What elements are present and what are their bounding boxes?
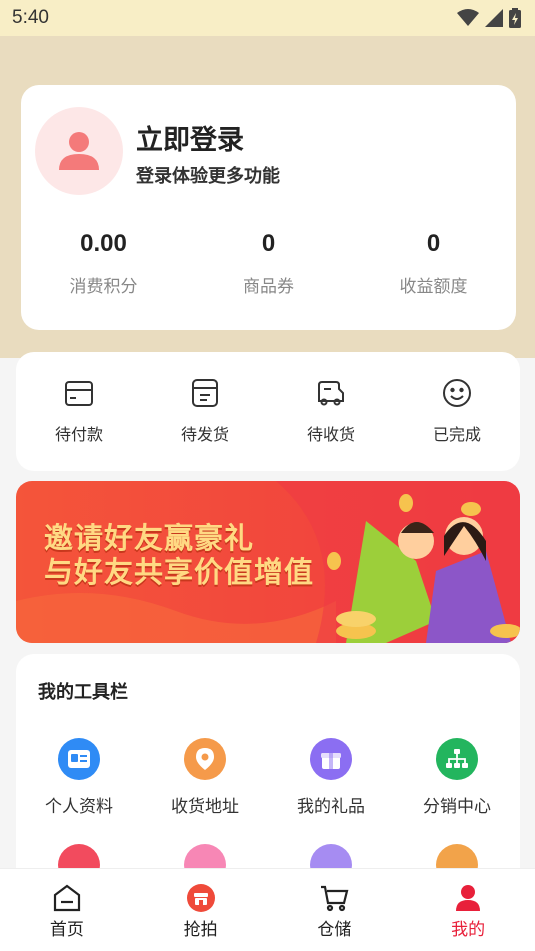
order-label: 待发货 <box>180 425 229 444</box>
tool-label: 我的礼品 <box>297 797 365 817</box>
avatar[interactable] <box>35 107 123 195</box>
invite-banner[interactable]: 邀请好友赢豪礼 与好友共享价值增值 <box>16 481 520 643</box>
stat-points[interactable]: 0.00 消费积分 <box>21 230 186 297</box>
cart-icon <box>321 885 349 912</box>
network-icon <box>436 738 478 780</box>
tab-flash-sale[interactable]: 抢拍 <box>134 869 268 951</box>
order-pending-shipment[interactable]: 待发货 <box>142 352 268 471</box>
tool-distribution[interactable]: 分销中心 <box>394 738 520 817</box>
wallet-icon <box>65 381 93 406</box>
orders-card: 待付款 待发货 待收货 已完成 <box>16 352 520 471</box>
smile-icon <box>443 379 471 407</box>
order-label: 待付款 <box>54 425 103 444</box>
status-time: 5:40 <box>12 7 49 28</box>
tool-label: 分销中心 <box>423 797 491 817</box>
user-icon <box>456 885 481 911</box>
home-icon <box>53 884 80 912</box>
order-pending-receipt[interactable]: 待收货 <box>268 352 394 471</box>
package-icon <box>192 379 218 407</box>
system-icons <box>457 8 521 28</box>
tab-mine[interactable]: 我的 <box>401 869 535 951</box>
location-icon <box>184 738 226 780</box>
tab-label: 首页 <box>49 920 84 940</box>
store-icon <box>186 884 215 912</box>
tools-row-1: 个人资料 收货地址 我的礼品 分销中心 <box>16 738 520 817</box>
user-placeholder-icon <box>59 132 99 170</box>
profile-card: 立即登录 登录体验更多功能 0.00 消费积分 0 商品券 0 收益额度 <box>21 85 516 330</box>
bottom-tab-bar: 首页 抢拍 仓储 我的 <box>0 868 535 951</box>
login-subtitle: 登录体验更多功能 <box>136 166 280 187</box>
stat-label: 消费积分 <box>69 277 138 297</box>
tool-address[interactable]: 收货地址 <box>142 738 268 817</box>
tool-label: 收货地址 <box>171 797 239 817</box>
tab-storage[interactable]: 仓储 <box>268 869 402 951</box>
tab-home[interactable]: 首页 <box>0 869 134 951</box>
tab-label: 仓储 <box>317 920 352 940</box>
stat-label: 商品券 <box>243 277 294 297</box>
wifi-icon <box>457 9 479 26</box>
order-label: 已完成 <box>432 425 481 444</box>
tool-profile[interactable]: 个人资料 <box>16 738 142 817</box>
tools-title: 我的工具栏 <box>38 682 128 703</box>
id-card-icon <box>58 738 100 780</box>
stat-coupons[interactable]: 0 商品券 <box>186 230 351 297</box>
signal-icon <box>485 9 503 27</box>
stats-row: 0.00 消费积分 0 商品券 0 收益额度 <box>21 230 516 297</box>
tool-label: 个人资料 <box>45 797 113 817</box>
battery-icon <box>509 8 521 28</box>
truck-icon <box>318 381 344 406</box>
order-completed[interactable]: 已完成 <box>394 352 520 471</box>
stat-earnings[interactable]: 0 收益额度 <box>351 230 516 297</box>
order-pending-payment[interactable]: 待付款 <box>16 352 142 471</box>
stat-value: 0 <box>261 230 276 257</box>
stat-value: 0 <box>426 230 441 257</box>
tool-gifts[interactable]: 我的礼品 <box>268 738 394 817</box>
stat-label: 收益额度 <box>399 277 468 297</box>
login-title[interactable]: 立即登录 <box>136 118 244 157</box>
stat-value: 0.00 <box>80 230 127 257</box>
tab-label: 我的 <box>451 920 486 940</box>
status-bar: 5:40 <box>0 0 535 36</box>
gift-icon <box>310 738 352 780</box>
order-label: 待收货 <box>306 425 355 444</box>
banner-subtitle: 与好友共享价值增值 <box>44 555 315 589</box>
tab-label: 抢拍 <box>183 920 218 940</box>
